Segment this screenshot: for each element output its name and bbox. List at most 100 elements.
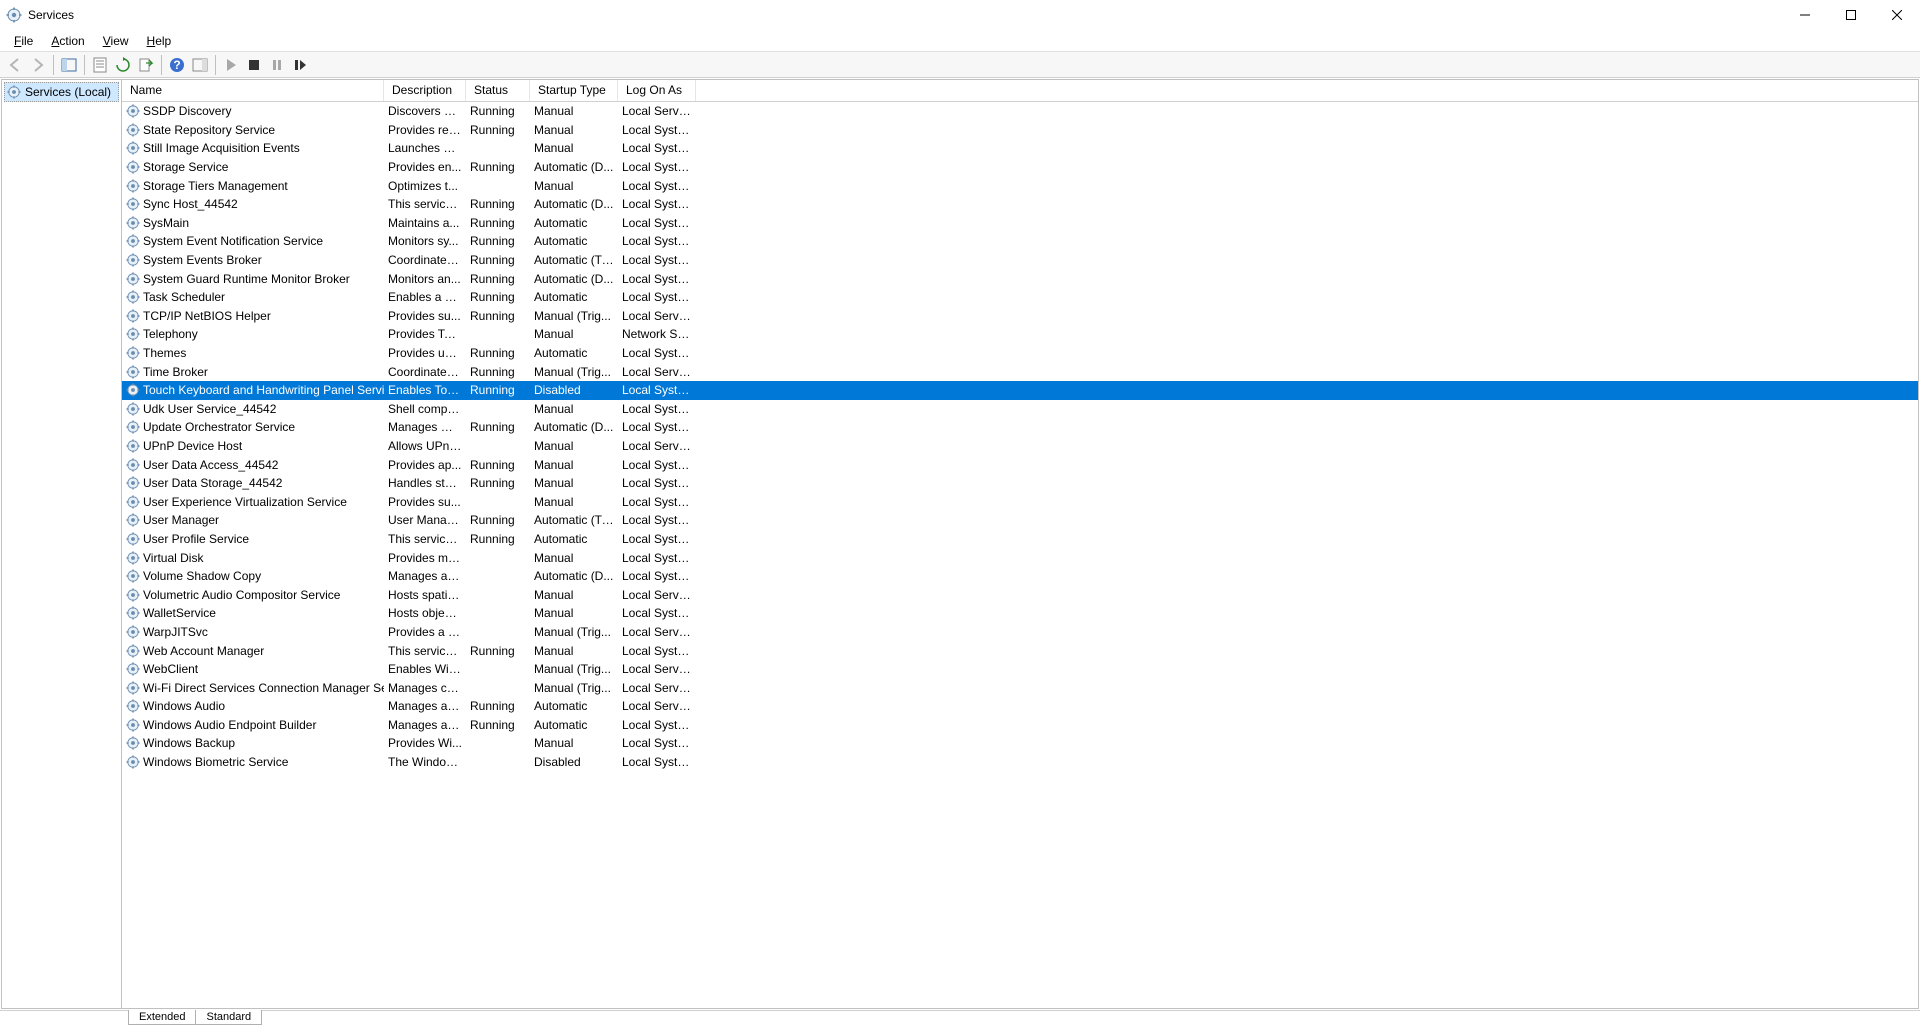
service-row[interactable]: User Data Access_44542Provides ap...Runn… [122, 455, 1918, 474]
cell-status: Running [466, 197, 530, 211]
gear-icon [126, 123, 140, 137]
service-row[interactable]: Sync Host_44542This service ...RunningAu… [122, 195, 1918, 214]
properties-button[interactable] [89, 54, 111, 76]
service-row[interactable]: User Profile ServiceThis service i...Run… [122, 530, 1918, 549]
service-rows[interactable]: SSDP DiscoveryDiscovers ne...RunningManu… [122, 102, 1918, 1008]
service-row[interactable]: Task SchedulerEnables a us...RunningAuto… [122, 288, 1918, 307]
service-row[interactable]: Storage Tiers ManagementOptimizes t...Ma… [122, 176, 1918, 195]
tab-standard[interactable]: Standard [195, 1010, 262, 1025]
tree-pane[interactable]: Services (Local) [2, 80, 122, 1008]
service-row[interactable]: TCP/IP NetBIOS HelperProvides su...Runni… [122, 307, 1918, 326]
service-row[interactable]: Touch Keyboard and Handwriting Panel Ser… [122, 381, 1918, 400]
tab-extended[interactable]: Extended [128, 1010, 195, 1025]
export-button[interactable] [135, 54, 157, 76]
cell-status: Running [466, 420, 530, 434]
service-row[interactable]: User Data Storage_44542Handles stor...Ru… [122, 474, 1918, 493]
gear-icon [126, 755, 140, 769]
service-row[interactable]: User Experience Virtualization ServicePr… [122, 492, 1918, 511]
service-row[interactable]: System Event Notification ServiceMonitor… [122, 232, 1918, 251]
menu-file[interactable]: File [6, 32, 41, 50]
service-row[interactable]: WarpJITSvcProvides a JI...Manual (Trig..… [122, 623, 1918, 642]
cell-startup: Automatic [530, 346, 618, 360]
cell-description: Discovers ne... [384, 104, 466, 118]
tree-item-services-local[interactable]: Services (Local) [4, 82, 119, 102]
service-row[interactable]: UPnP Device HostAllows UPnP...ManualLoca… [122, 437, 1918, 456]
service-row[interactable]: Virtual DiskProvides ma...ManualLocal Sy… [122, 548, 1918, 567]
cell-startup: Manual [530, 179, 618, 193]
service-name-label: Update Orchestrator Service [143, 420, 295, 434]
column-header-name[interactable]: Name [122, 80, 384, 101]
service-name-label: Storage Tiers Management [143, 179, 288, 193]
cell-status: Running [466, 346, 530, 360]
service-row[interactable]: Still Image Acquisition EventsLaunches a… [122, 139, 1918, 158]
cell-name: Storage Tiers Management [122, 179, 384, 193]
cell-logon: Local System [618, 476, 696, 490]
cell-logon: Local System [618, 420, 696, 434]
service-row[interactable]: State Repository ServiceProvides req...R… [122, 121, 1918, 140]
service-row[interactable]: SSDP DiscoveryDiscovers ne...RunningManu… [122, 102, 1918, 121]
service-name-label: Storage Service [143, 160, 228, 174]
close-button[interactable] [1874, 0, 1920, 30]
show-hide-action-pane-button[interactable] [189, 54, 211, 76]
refresh-button[interactable] [112, 54, 134, 76]
service-row[interactable]: Time BrokerCoordinates...RunningManual (… [122, 362, 1918, 381]
service-row[interactable]: Wi-Fi Direct Services Connection Manager… [122, 678, 1918, 697]
help-button[interactable]: ? [166, 54, 188, 76]
cell-logon: Local System [618, 290, 696, 304]
bottom-tabs: Extended Standard [0, 1010, 1920, 1030]
gear-icon [126, 420, 140, 434]
stop-service-button[interactable] [243, 54, 265, 76]
gear-icon [126, 681, 140, 695]
menu-action[interactable]: Action [43, 32, 92, 50]
cell-description: The Window... [384, 755, 466, 769]
cell-startup: Automatic (D... [530, 160, 618, 174]
service-name-label: Time Broker [143, 365, 208, 379]
menu-help[interactable]: Help [139, 32, 180, 50]
service-row[interactable]: SysMainMaintains a...RunningAutomaticLoc… [122, 214, 1918, 233]
service-row[interactable]: Windows Audio Endpoint BuilderManages au… [122, 716, 1918, 735]
service-row[interactable]: System Events BrokerCoordinates...Runnin… [122, 251, 1918, 270]
service-row[interactable]: Web Account ManagerThis service i...Runn… [122, 641, 1918, 660]
show-hide-tree-button[interactable] [58, 54, 80, 76]
service-name-label: User Manager [143, 513, 219, 527]
cell-status: Running [466, 718, 530, 732]
service-row[interactable]: System Guard Runtime Monitor BrokerMonit… [122, 269, 1918, 288]
service-row[interactable]: Windows AudioManages au...RunningAutomat… [122, 697, 1918, 716]
service-row[interactable]: User ManagerUser Manag...RunningAutomati… [122, 511, 1918, 530]
gear-icon [126, 160, 140, 174]
service-name-label: Volumetric Audio Compositor Service [143, 588, 340, 602]
service-row[interactable]: Update Orchestrator ServiceManages Wi...… [122, 418, 1918, 437]
service-row[interactable]: Windows Biometric ServiceThe Window...Di… [122, 753, 1918, 772]
column-header-description[interactable]: Description [384, 80, 466, 101]
service-row[interactable]: ThemesProvides use...RunningAutomaticLoc… [122, 344, 1918, 363]
minimize-button[interactable] [1782, 0, 1828, 30]
cell-status: Running [466, 365, 530, 379]
cell-startup: Manual [530, 588, 618, 602]
gear-icon [126, 439, 140, 453]
service-row[interactable]: Volumetric Audio Compositor ServiceHosts… [122, 585, 1918, 604]
gear-icon [126, 513, 140, 527]
service-row[interactable]: Volume Shadow CopyManages an...Automatic… [122, 567, 1918, 586]
service-row[interactable]: Windows BackupProvides Wi...ManualLocal … [122, 734, 1918, 753]
service-row[interactable]: Storage ServiceProvides en...RunningAuto… [122, 158, 1918, 177]
column-header-logon[interactable]: Log On As [618, 80, 696, 101]
cell-name: Web Account Manager [122, 644, 384, 658]
service-row[interactable]: Udk User Service_44542Shell compo...Manu… [122, 400, 1918, 419]
cell-logon: Local System [618, 495, 696, 509]
service-row[interactable]: TelephonyProvides Tel...ManualNetwork Se… [122, 325, 1918, 344]
maximize-button[interactable] [1828, 0, 1874, 30]
cell-status: Running [466, 160, 530, 174]
service-name-label: UPnP Device Host [143, 439, 242, 453]
column-header-startup[interactable]: Startup Type [530, 80, 618, 101]
gear-icon [126, 662, 140, 676]
service-row[interactable]: WebClientEnables Win...Manual (Trig...Lo… [122, 660, 1918, 679]
toolbar-separator [53, 55, 54, 75]
cell-name: User Experience Virtualization Service [122, 495, 384, 509]
column-header-status[interactable]: Status [466, 80, 530, 101]
menu-view[interactable]: View [95, 32, 137, 50]
cell-name: Themes [122, 346, 384, 360]
cell-logon: Local System [618, 551, 696, 565]
service-name-label: Task Scheduler [143, 290, 225, 304]
service-row[interactable]: WalletServiceHosts object...ManualLocal … [122, 604, 1918, 623]
restart-service-button[interactable] [289, 54, 311, 76]
